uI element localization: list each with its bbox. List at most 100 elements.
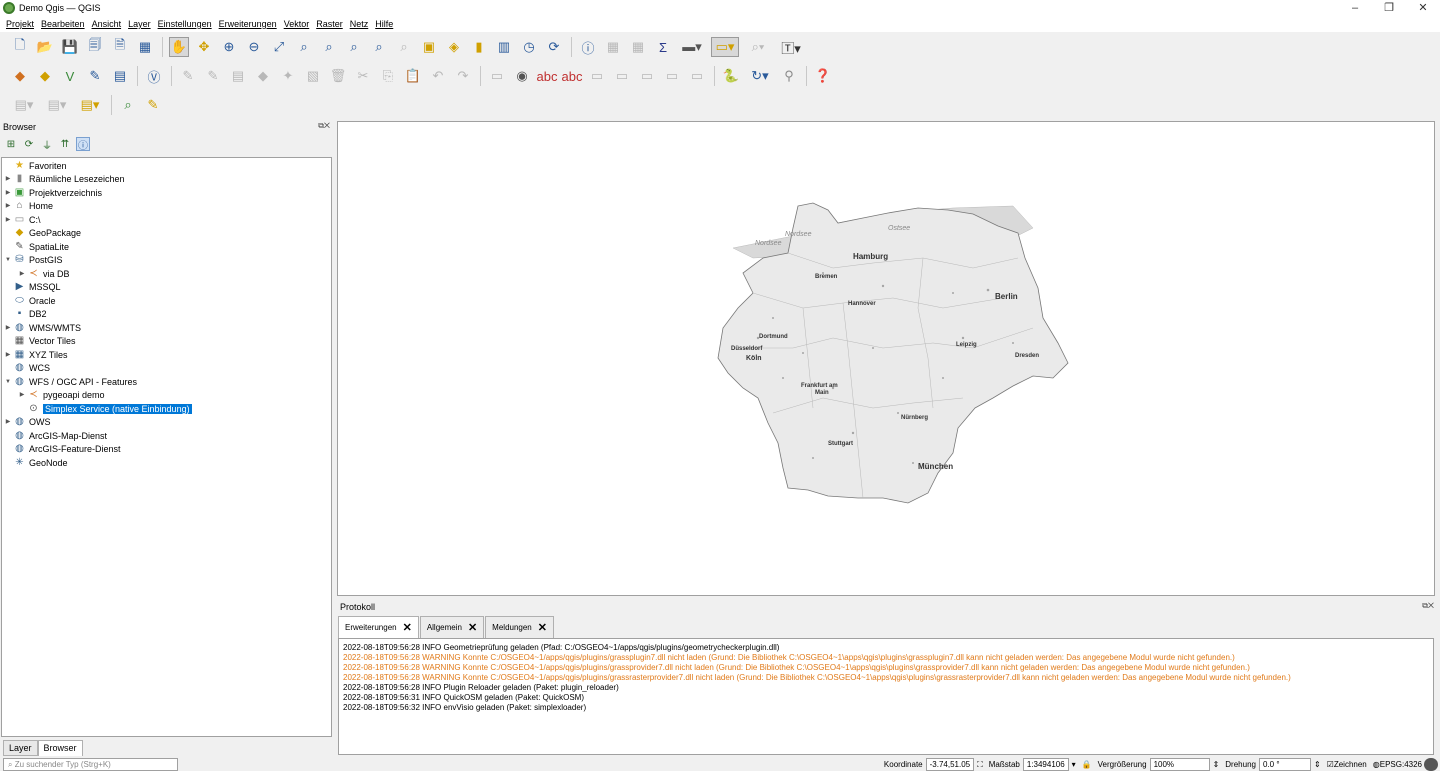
show-hide-labels-icon[interactable]: ▭ — [612, 66, 632, 86]
zoom-last-icon[interactable]: ⌕ — [369, 37, 389, 57]
close-tab-icon[interactable]: ✕ — [538, 621, 547, 634]
vector-icon[interactable]: Ⓥ — [144, 66, 164, 86]
python-console-icon[interactable]: 🐍 — [721, 66, 741, 86]
select-features-icon[interactable]: ⌕▾ — [744, 37, 772, 57]
tab-browser[interactable]: Browser — [37, 740, 83, 756]
add-feature-icon[interactable]: ◆ — [253, 66, 273, 86]
pin-labels-icon[interactable]: ▭ — [587, 66, 607, 86]
diagram-icon[interactable]: abc — [537, 66, 558, 86]
menu-bearbeiten[interactable]: Bearbeiten — [41, 19, 85, 29]
vertex-tool-icon[interactable]: ✦ — [278, 66, 298, 86]
expand-arrow-icon[interactable]: ▶ — [16, 270, 28, 277]
tree-item-wcs[interactable]: ◍ WCS — [2, 361, 331, 374]
change-label-icon[interactable]: ▭ — [687, 66, 707, 86]
simplex-loader-icon[interactable]: ✎ — [143, 95, 163, 115]
tab-erweiterungen[interactable]: Erweiterungen ✕ — [338, 616, 419, 638]
zoom-layer-icon[interactable]: ⌕ — [319, 37, 339, 57]
save-project-icon[interactable]: 💾 — [60, 37, 80, 57]
open-project-icon[interactable]: 📂 — [35, 37, 55, 57]
temporal-controller-icon[interactable]: ◷ — [519, 37, 539, 57]
toggle-editing-icon[interactable]: ✎ — [203, 66, 223, 86]
close-tab-icon[interactable]: ✕ — [403, 621, 412, 634]
tree-item-geonode[interactable]: ✳ GeoNode — [2, 456, 331, 469]
add-vector-layer-icon[interactable]: V — [60, 66, 80, 86]
collapse-arrow-icon[interactable]: ▼ — [2, 257, 14, 263]
pan-to-selection-icon[interactable]: ✥ — [194, 37, 214, 57]
new-geopackage-layer-icon[interactable]: ◆ — [35, 66, 55, 86]
plugin-reloader-icon[interactable]: ↻▾ — [746, 66, 774, 86]
tree-item-arcgis-feature[interactable]: ◍ ArcGIS-Feature-Dienst — [2, 442, 331, 455]
delete-selected-icon[interactable]: 🗑 — [328, 66, 348, 86]
panel-float-close-icon[interactable]: ⧉✕ — [318, 121, 330, 131]
move-label-icon[interactable]: ▭ — [637, 66, 657, 86]
statistics-icon[interactable]: Σ — [653, 37, 673, 57]
tree-item-mssql[interactable]: ▶ MSSQL — [2, 280, 331, 293]
rotate-label-icon[interactable]: ▭ — [662, 66, 682, 86]
field-calculator-icon[interactable]: ▦ — [628, 37, 648, 57]
tab-layer[interactable]: Layer — [3, 740, 38, 756]
expand-arrow-icon[interactable]: ▶ — [16, 391, 28, 398]
zoom-full-icon[interactable]: ⤢ — [269, 37, 289, 57]
zoom-in-icon[interactable]: ⊕ — [219, 37, 239, 57]
messages-icon[interactable] — [1424, 758, 1438, 771]
tree-item-wms[interactable]: ▶ ◍ WMS/WMTS — [2, 321, 331, 334]
tree-item-home[interactable]: ▶ ⌂ Home — [2, 199, 331, 212]
minimize-button[interactable]: – — [1338, 0, 1372, 16]
crs-label[interactable]: EPSG:4326 — [1380, 760, 1422, 769]
restore-button[interactable]: ❐ — [1372, 0, 1406, 16]
info-icon[interactable]: ⓘ — [76, 137, 90, 152]
copy-features-icon[interactable]: ⎘ — [378, 66, 398, 86]
show-bookmarks-icon[interactable]: ▥ — [494, 37, 514, 57]
coordinate-field[interactable]: -3.74,51.05 — [925, 758, 975, 771]
modify-attributes-icon[interactable]: ▧ — [303, 66, 323, 86]
expand-arrow-icon[interactable]: ▶ — [2, 216, 14, 223]
tree-item-simplex-service[interactable]: ⊙ Simplex Service (native Einbindung) — [2, 402, 331, 415]
menu-hilfe[interactable]: Hilfe — [375, 19, 393, 29]
save-edits-icon[interactable]: ▤ — [228, 66, 248, 86]
add-layer-group-icon[interactable]: ▤▾ — [76, 95, 104, 115]
menu-projekt[interactable]: Projekt — [6, 19, 34, 29]
map-canvas[interactable]: Nordsee Nordsee Ostsee Hamburg Bremen Ha… — [337, 121, 1435, 596]
layer-labeling-icon[interactable]: ◉ — [512, 66, 532, 86]
scale-dropdown-icon[interactable]: ▾ — [1072, 760, 1076, 769]
menu-layer[interactable]: Layer — [128, 19, 151, 29]
tree-item-favoriten[interactable]: ★ Favoriten — [2, 159, 331, 172]
tree-item-lesezeichen[interactable]: ▶ ▮ Räumliche Lesezeichen — [2, 172, 331, 185]
render-checkbox-icon[interactable]: ☑ — [1327, 760, 1334, 769]
menu-raster[interactable]: Raster — [316, 19, 343, 29]
expand-arrow-icon[interactable]: ▶ — [2, 202, 14, 209]
menu-einstellungen[interactable]: Einstellungen — [158, 19, 212, 29]
zoom-next-icon[interactable]: ⌕ — [394, 37, 414, 57]
tree-item-spatialite[interactable]: ✎ SpatiaLite — [2, 240, 331, 253]
refresh-icon[interactable]: ⟳ — [544, 37, 564, 57]
measure-icon[interactable]: ▬▾ — [678, 37, 706, 57]
collapse-all-icon[interactable]: ⇈ — [58, 137, 72, 151]
identify-icon[interactable]: ⓘ — [578, 37, 598, 57]
toggle-extents-icon[interactable]: ⛶ — [977, 760, 983, 770]
menu-ansicht[interactable]: Ansicht — [92, 19, 122, 29]
close-button[interactable]: ✕ — [1406, 0, 1440, 16]
expand-arrow-icon[interactable]: ▶ — [2, 418, 14, 425]
magnifier-spin-icon[interactable]: ⇕ — [1213, 760, 1220, 769]
collapse-arrow-icon[interactable]: ▼ — [2, 379, 14, 385]
attribute-table-icon[interactable]: ▦ — [603, 37, 623, 57]
filter-icon[interactable]: ⏚ — [40, 137, 54, 152]
rotation-field[interactable]: 0.0 ° — [1258, 758, 1311, 771]
new-3d-view-icon[interactable]: ◈ — [444, 37, 464, 57]
zoom-native-icon[interactable]: ⌕ — [344, 37, 364, 57]
expand-arrow-icon[interactable]: ▶ — [2, 351, 14, 358]
tree-item-geopackage[interactable]: ◆ GeoPackage — [2, 226, 331, 239]
expand-arrow-icon[interactable]: ▶ — [2, 175, 14, 182]
locator-search-input[interactable]: ⌕ Zu suchender Typ (Strg+K) — [3, 758, 178, 771]
expand-arrow-icon[interactable]: ▶ — [2, 189, 14, 196]
tree-item-projektverzeichnis[interactable]: ▶ ▣ Projektverzeichnis — [2, 186, 331, 199]
add-layer-icon[interactable]: ⊞ — [4, 137, 18, 151]
pan-icon[interactable]: ✋ — [169, 37, 189, 57]
germany-map[interactable]: Nordsee Nordsee Ostsee Hamburg Bremen Ha… — [713, 198, 1078, 508]
selection-icon[interactable]: ▤▾ — [43, 95, 71, 115]
new-map-view-icon[interactable]: ▣ — [419, 37, 439, 57]
print-layout-icon[interactable]: 🗎 — [110, 37, 130, 57]
magnifier-field[interactable]: 100% — [1149, 758, 1210, 771]
tree-item-arcgis-map[interactable]: ◍ ArcGIS-Map-Dienst — [2, 429, 331, 442]
redo-icon[interactable]: ↷ — [453, 66, 473, 86]
